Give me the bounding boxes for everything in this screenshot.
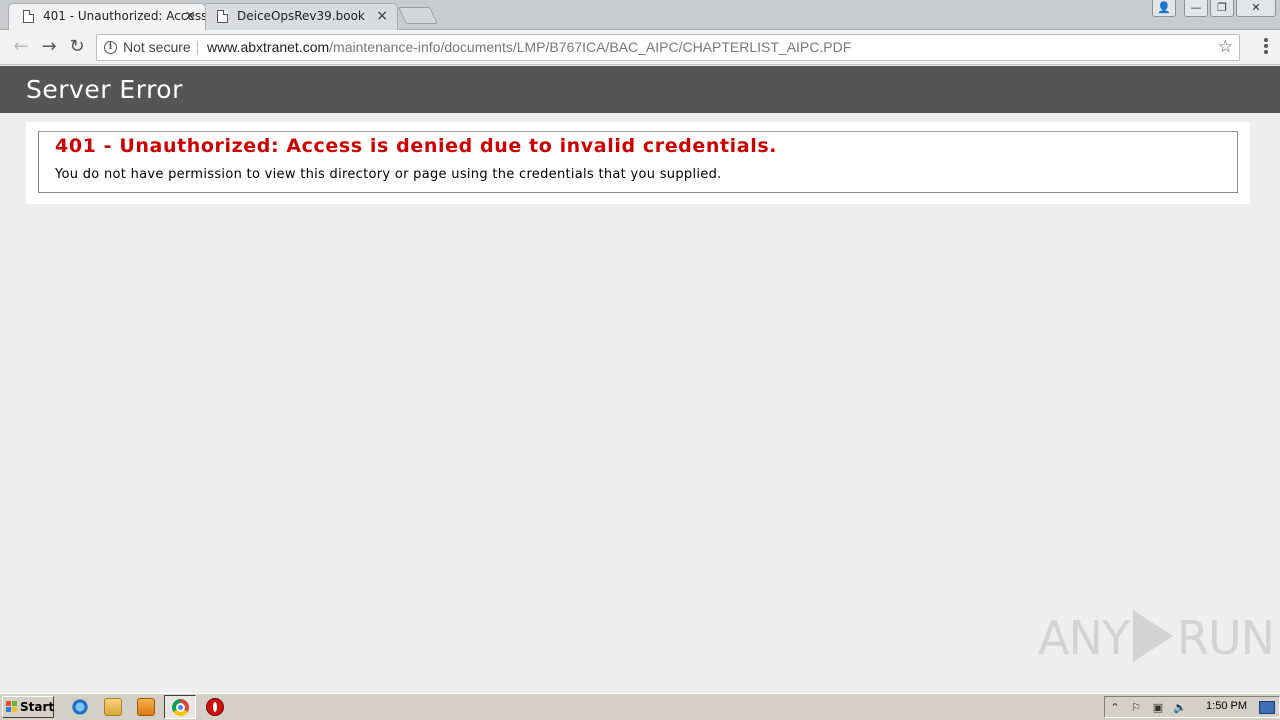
page-icon [23, 10, 34, 23]
anyrun-watermark: ANY RUN [1038, 610, 1275, 665]
close-icon[interactable]: × [184, 4, 196, 28]
media-player-icon[interactable] [137, 698, 155, 716]
tab-401-unauthorized[interactable]: 401 - Unauthorized: Access × [8, 3, 206, 30]
folder-icon[interactable] [104, 698, 122, 716]
page-title: Server Error [26, 75, 183, 104]
close-window-button[interactable]: ✕ [1236, 0, 1276, 17]
tab-title: DeiceOpsRev39.book [237, 9, 365, 23]
bookmark-star-icon[interactable]: ☆ [1218, 35, 1233, 60]
user-icon[interactable]: 👤 [1152, 0, 1176, 17]
internet-explorer-icon[interactable] [71, 698, 89, 716]
close-icon[interactable]: × [376, 4, 388, 28]
play-icon [1132, 610, 1173, 662]
page-header: Server Error [0, 66, 1280, 113]
content-panel: 401 - Unauthorized: Access is denied due… [26, 122, 1250, 204]
restore-button[interactable]: ❐ [1210, 0, 1234, 17]
reload-button[interactable]: ↻ [66, 36, 88, 58]
tab-deiceopsrev39[interactable]: DeiceOpsRev39.book × [202, 3, 398, 30]
start-button[interactable]: Start [2, 696, 54, 718]
show-hidden-icons-icon[interactable]: ⌃ [1108, 701, 1122, 714]
chrome-icon [172, 699, 189, 716]
system-tray: ⌃ ⚐ ▣ 🔈 1:50 PM [1104, 696, 1280, 718]
show-desktop-button[interactable] [1259, 701, 1275, 714]
watermark-right: RUN [1176, 611, 1275, 665]
back-button[interactable]: ← [10, 36, 32, 58]
error-heading: 401 - Unauthorized: Access is denied due… [55, 135, 778, 157]
start-label: Start [20, 700, 55, 714]
url-text[interactable]: www.abxtranet.com/maintenance-info/docum… [207, 35, 851, 60]
info-icon[interactable]: i [104, 41, 117, 54]
error-description: You do not have permission to view this … [55, 167, 722, 182]
windows-logo-icon [6, 701, 18, 713]
taskbar: Start ⌃ ⚐ ▣ 🔈 1:50 PM [0, 693, 1280, 720]
browser-toolbar: ← → ↻ i Not secure www.abxtranet.com/mai… [0, 30, 1280, 65]
watermark-left: ANY [1038, 611, 1130, 665]
url-path: /maintenance-info/documents/LMP/B767ICA/… [329, 39, 852, 55]
opera-icon[interactable] [206, 698, 224, 716]
error-box: 401 - Unauthorized: Access is denied due… [38, 131, 1238, 193]
network-icon[interactable]: ▣ [1151, 701, 1165, 714]
security-status[interactable]: Not secure [123, 35, 191, 60]
chrome-taskbar-button[interactable] [164, 695, 196, 719]
tab-title: 401 - Unauthorized: Access [43, 9, 206, 23]
url-separator [197, 41, 198, 55]
window-controls: 👤 — ❐ ✕ [1152, 0, 1276, 18]
volume-icon[interactable]: 🔈 [1173, 701, 1187, 714]
forward-button[interactable]: → [38, 36, 60, 58]
new-tab-button[interactable] [398, 7, 438, 24]
page-icon [217, 10, 228, 23]
minimize-button[interactable]: — [1184, 0, 1208, 17]
address-bar[interactable]: i Not secure www.abxtranet.com/maintenan… [96, 34, 1240, 61]
url-host: www.abxtranet.com [207, 39, 330, 55]
browser-menu-icon[interactable] [1264, 38, 1268, 56]
clock[interactable]: 1:50 PM [1206, 700, 1247, 712]
action-center-flag-icon[interactable]: ⚐ [1129, 701, 1143, 714]
browser-tab-strip: 401 - Unauthorized: Access × DeiceOpsRev… [0, 0, 1280, 30]
